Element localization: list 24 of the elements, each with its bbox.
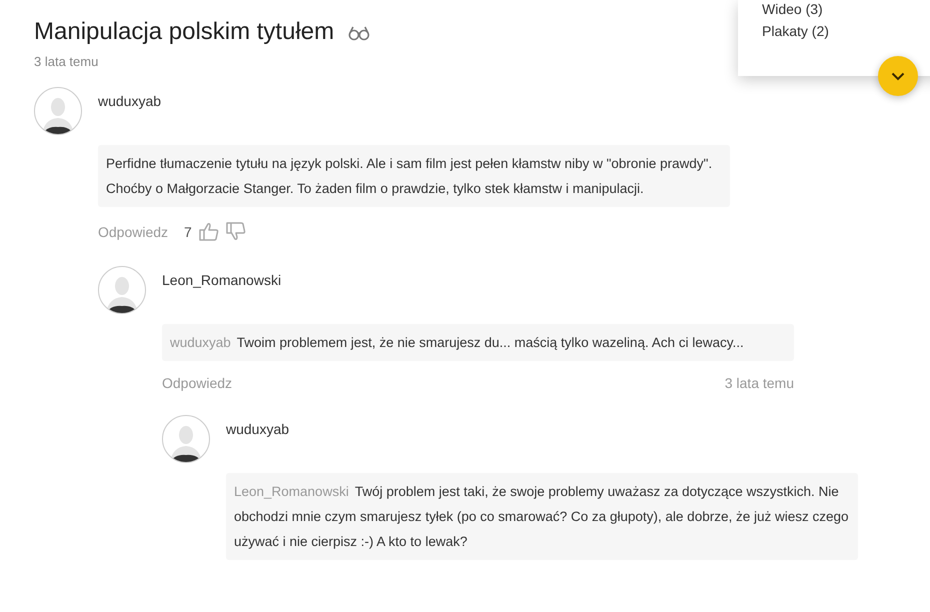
comment-text: wuduxyab Twoim problemem jest, że nie smarujesz du... maścią tylko wazeliną. Ach ci lewacy... — [162, 324, 794, 361]
menu-item[interactable]: Wideo (3) — [762, 1, 930, 17]
reply-mention[interactable]: wuduxyab — [170, 335, 231, 350]
comment-text: Perfidne tłumaczenie tytułu na język polski. Ale i sam film jest pełen kłamstw niby w "obronie prawdy". Choćby o Małgorzacie Stanger. To żaden film o prawdzie, tylko stek kłamstw i manipulacji. — [98, 145, 730, 207]
binoculars-icon — [348, 24, 370, 40]
expand-button[interactable] — [878, 56, 918, 96]
reply-link[interactable]: Odpowiedz — [98, 224, 168, 240]
avatar — [34, 87, 82, 135]
comment-time: 3 lata temu — [724, 375, 794, 391]
author-name: Leon_Romanowski — [162, 272, 282, 288]
avatar — [98, 266, 146, 314]
post-time: 3 lata temu — [34, 54, 100, 69]
comment-text: Leon_Romanowski Twój problem jest taki, że swoje problemy uważasz za dotyczące wszystkich. Nie obchodzi mnie czym smarujesz tyłek (po co smarować? Co za głupoty), ale dobrze, że już wiesz czego używać i nie cierpisz :-) A kto to lewak? — [226, 473, 858, 560]
chevron-down-icon — [891, 72, 905, 80]
author-name: wuduxyab — [226, 421, 290, 437]
like-count: 7 — [184, 224, 192, 240]
thumbs-down-icon[interactable] — [224, 221, 246, 242]
avatar — [162, 415, 210, 463]
author-name: wuduxyab — [98, 93, 162, 109]
reply-mention[interactable]: Leon_Romanowski — [234, 484, 349, 499]
reply-link[interactable]: Odpowiedz — [162, 375, 232, 391]
post-title: Manipulacja polskim tytułem — [34, 17, 334, 47]
thumbs-up-icon[interactable] — [198, 221, 219, 242]
menu-item[interactable]: Plakaty (2) — [762, 23, 930, 39]
